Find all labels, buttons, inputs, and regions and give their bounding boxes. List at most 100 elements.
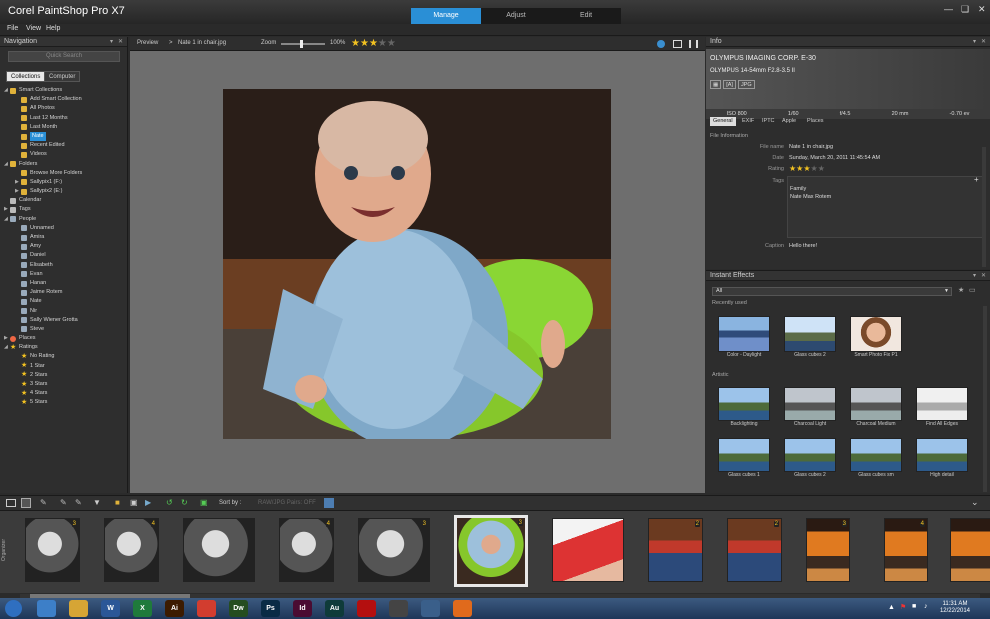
volume-icon[interactable]: ♪	[924, 603, 928, 610]
pin-panel-icon[interactable]: ▾	[110, 37, 113, 47]
paintshop-icon[interactable]	[389, 600, 408, 617]
effect-preset[interactable]: Smart Photo Fix P1	[850, 316, 909, 358]
chrome-icon[interactable]	[197, 600, 216, 617]
illustrator-icon[interactable]: Ai	[165, 600, 184, 617]
menu-file[interactable]: File	[7, 25, 18, 32]
filmstrip-thumbnail[interactable]: 4	[884, 518, 928, 582]
tree-item[interactable]: ★ No Rating	[4, 352, 82, 361]
restore-icon[interactable]: ❏	[961, 4, 969, 15]
tree-item[interactable]: ▶ Places	[4, 334, 82, 343]
effect-preset[interactable]: Charcoal Light	[784, 387, 843, 427]
effect-preset[interactable]: Color - Daylight	[718, 316, 777, 358]
rotate-right-icon[interactable]: ↻	[181, 498, 188, 507]
effect-preset[interactable]: High detail	[916, 438, 975, 478]
tree-item[interactable]: Evan	[4, 270, 82, 279]
tree-item[interactable]: Browse More Folders	[4, 169, 82, 178]
tree-item[interactable]: ▶ Sallypix2 (E:)	[4, 187, 82, 196]
tree-item[interactable]: ★ 3 Stars	[4, 380, 82, 389]
effect-preset[interactable]: Glass cubes 2	[784, 438, 843, 478]
tree-item[interactable]: ★ 5 Stars	[4, 398, 82, 407]
tab-general[interactable]: General	[710, 117, 736, 126]
tree-item[interactable]: Last Month	[4, 123, 82, 132]
effect-preset[interactable]: Backlighting	[718, 387, 777, 427]
tree-item[interactable]: ◢ ★ Ratings	[4, 343, 82, 352]
effect-preset[interactable]: Find All Edges	[916, 387, 975, 427]
effect-preset[interactable]: Glass cubes 2	[784, 316, 843, 358]
close-panel-icon[interactable]: ✕	[981, 271, 986, 281]
share-icon[interactable]: ▶	[145, 498, 151, 507]
quill-icon[interactable]	[37, 600, 56, 617]
filter-icon[interactable]: ▼	[93, 498, 101, 507]
tags-box[interactable]: Family Nate Max Rotem	[787, 176, 983, 238]
close-icon[interactable]: ✕	[978, 4, 986, 15]
raw-jpg-pairs-label[interactable]: RAW/JPG Pairs: OFF	[258, 500, 316, 506]
pin-panel-icon[interactable]: ▾	[973, 37, 976, 47]
tree-item[interactable]: ◢ Smart Collections	[4, 86, 82, 95]
close-panel-icon[interactable]: ✕	[118, 37, 123, 47]
mode-tab-manage[interactable]: Manage	[411, 8, 481, 24]
tree-item[interactable]: Amy	[4, 242, 82, 251]
network-icon[interactable]	[421, 600, 440, 617]
filmstrip-thumbnail[interactable]: 2	[727, 518, 782, 582]
edit-icon[interactable]: ✎	[40, 498, 47, 507]
thumbnail-view-icon[interactable]	[689, 40, 698, 48]
start-orb-icon[interactable]	[5, 600, 22, 617]
tab-places[interactable]: Places	[804, 117, 827, 126]
preview-rating[interactable]: ★ ★ ★ ★ ★	[351, 39, 396, 49]
tab-exif[interactable]: EXIF	[739, 117, 757, 126]
filmstrip-thumbnail[interactable]	[950, 518, 990, 582]
filmstrip-thumbnail[interactable]	[183, 518, 255, 582]
tree-item[interactable]: Sally Wiener Grotta	[4, 316, 82, 325]
add-tag-icon[interactable]: +	[974, 175, 979, 184]
pin-panel-icon[interactable]: ▾	[973, 271, 976, 281]
close-panel-icon[interactable]: ✕	[981, 37, 986, 47]
rating-star-icon[interactable]: ★	[351, 39, 360, 49]
list-view-icon[interactable]	[21, 498, 31, 508]
tag-item[interactable]: Nate Max Rotem	[790, 194, 982, 200]
tree-item[interactable]: Last 12 Months	[4, 114, 82, 123]
rating-star-icon[interactable]: ★	[378, 39, 387, 49]
effect-preset[interactable]: Glass cubes sm	[850, 438, 909, 478]
photoshop-icon[interactable]: Ps	[261, 600, 280, 617]
rating-star-icon[interactable]: ★	[360, 39, 369, 49]
sort-by-label[interactable]: Sort by :	[219, 500, 241, 506]
tree-item[interactable]: All Photos	[4, 104, 82, 113]
effects-category-select[interactable]: All ▼	[712, 287, 952, 296]
capture-icon[interactable]: ▣	[130, 498, 138, 507]
dreamweaver-icon[interactable]: Dw	[229, 600, 248, 617]
rating-star-icon[interactable]: ★	[796, 164, 803, 173]
tab-collections[interactable]: Collections	[6, 71, 46, 82]
info-rating[interactable]: ★ ★ ★ ★ ★	[789, 164, 825, 173]
rating-star-icon[interactable]: ★	[369, 39, 378, 49]
tree-item[interactable]: Daniel	[4, 251, 82, 260]
tray-flag-icon[interactable]: ⚑	[900, 603, 906, 611]
tree-item[interactable]: Recent Edited	[4, 141, 82, 150]
explorer-icon[interactable]	[69, 600, 88, 617]
tab-apple[interactable]: Apple	[779, 117, 799, 126]
tree-item[interactable]: ◢ Folders	[4, 160, 82, 169]
tree-item[interactable]: Calendar	[4, 196, 82, 205]
tree-item[interactable]: Jaime Rotem	[4, 288, 82, 297]
filmstrip-thumbnail[interactable]: 2	[648, 518, 703, 582]
menu-view[interactable]: View	[26, 25, 41, 32]
filmstrip-thumbnail[interactable]: 4	[104, 518, 159, 582]
minimize-icon[interactable]: —	[944, 4, 953, 14]
sync-icon[interactable]	[657, 40, 665, 48]
tree-item[interactable]: Unnamed	[4, 224, 82, 233]
filmstrip-thumbnail[interactable]: 3	[25, 518, 80, 582]
effect-preset[interactable]: Glass cubes 1	[718, 438, 777, 478]
tree-item[interactable]: Nir	[4, 307, 82, 316]
tree-item[interactable]: ★ 1 Star	[4, 362, 82, 371]
favorites-icon[interactable]: ★	[958, 286, 964, 294]
info-toggle-icon[interactable]	[324, 498, 334, 508]
excel-icon[interactable]: X	[133, 600, 152, 617]
acrobat-icon[interactable]	[357, 600, 376, 617]
tree-item[interactable]: ★ 2 Stars	[4, 371, 82, 380]
effect-preset[interactable]: Charcoal Medium	[850, 387, 909, 427]
tree-item[interactable]: Videos	[4, 150, 82, 159]
rotate-left-icon[interactable]: ↺	[166, 498, 173, 507]
tree-item[interactable]: Amira	[4, 233, 82, 242]
photo-icon[interactable]: ▣	[200, 498, 208, 507]
tree-item[interactable]: Elisabeth	[4, 261, 82, 270]
filmstrip-thumbnail[interactable]	[552, 518, 624, 582]
